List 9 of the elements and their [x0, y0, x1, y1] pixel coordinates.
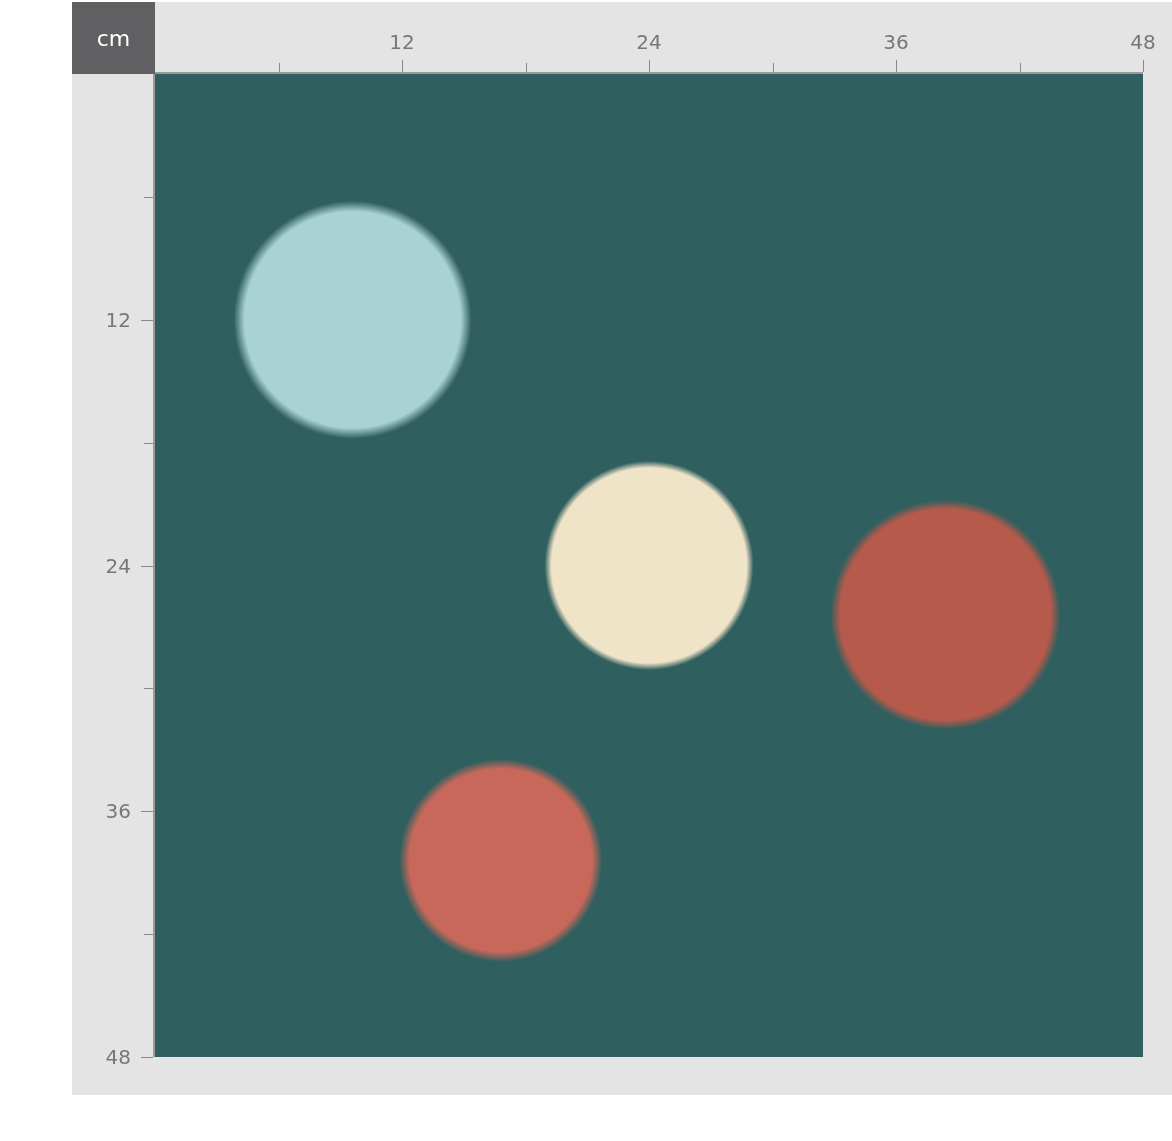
ruler-label: 24: [105, 553, 131, 578]
ruler-label: 48: [105, 1045, 131, 1069]
ruler-label: 48: [1130, 30, 1156, 54]
ruler-label: 36: [105, 799, 131, 824]
ruler-label: 24: [636, 30, 662, 54]
ruler-label: 36: [883, 30, 909, 54]
ruler-label: 12: [389, 30, 415, 54]
unit-label: cm: [72, 2, 155, 74]
ruler-label: 12: [105, 307, 131, 332]
